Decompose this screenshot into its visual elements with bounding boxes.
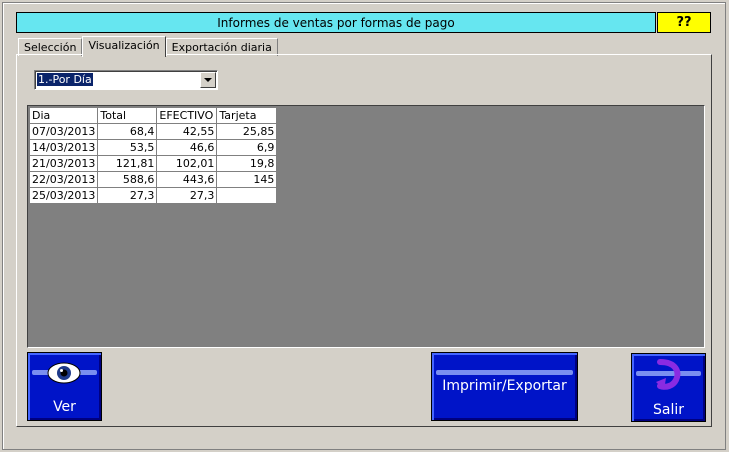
imprimir-exportar-button[interactable]: Imprimir/Exportar [431,352,578,421]
imprimir-exportar-label: Imprimir/Exportar [442,378,567,394]
cell-dia[interactable]: 14/03/2013 [28,139,99,156]
cell-tarjeta[interactable]: 6,9 [216,139,278,156]
report-title: Informes de ventas por formas de pago [16,12,656,33]
table-row[interactable]: 22/03/2013 588,6 443,6 145 [28,171,278,188]
report-type-value: 1.-Por Día [37,73,93,86]
ver-button[interactable]: Ver [27,352,102,421]
cell-total[interactable]: 588,6 [97,171,158,188]
cell-tarjeta[interactable]: 19,8 [216,155,278,172]
report-title-text: Informes de ventas por formas de pago [217,15,455,30]
cell-total[interactable]: 121,81 [97,155,158,172]
table-row[interactable]: 21/03/2013 121,81 102,01 19,8 [28,155,278,172]
cell-tarjeta[interactable] [216,187,278,204]
salir-label: Salir [652,402,684,418]
chevron-down-icon [204,78,212,82]
cell-efectivo[interactable]: 102,01 [156,155,218,172]
table-header-row: Dia Total EFECTIVO Tarjeta [28,107,278,124]
cell-dia[interactable]: 07/03/2013 [28,123,99,140]
cell-total[interactable]: 68,4 [97,123,158,140]
cell-efectivo[interactable]: 42,55 [156,123,218,140]
results-grid[interactable]: Dia Total EFECTIVO Tarjeta 07/03/2013 68… [27,105,705,348]
table-row[interactable]: 07/03/2013 68,4 42,55 25,85 [28,123,278,140]
column-header-dia[interactable]: Dia [28,107,99,124]
button-stripe [436,370,573,375]
column-header-efectivo[interactable]: EFECTIVO [156,107,218,124]
cell-dia[interactable]: 21/03/2013 [28,155,99,172]
cell-tarjeta[interactable]: 25,85 [216,123,278,140]
ver-label: Ver [53,399,76,415]
tab-visualizacion[interactable]: Visualización [82,36,166,57]
cell-total[interactable]: 27,3 [97,187,158,204]
tab-strip: Selección Visualización Exportación diar… [18,36,278,57]
cell-total[interactable]: 53,5 [97,139,158,156]
cell-efectivo[interactable]: 27,3 [156,187,218,204]
salir-button[interactable]: Salir [631,353,706,422]
help-button[interactable]: ?? [657,12,711,33]
dropdown-button[interactable] [200,72,216,88]
results-table: Dia Total EFECTIVO Tarjeta 07/03/2013 68… [28,107,278,204]
cell-efectivo[interactable]: 443,6 [156,171,218,188]
cell-tarjeta[interactable]: 145 [216,171,278,188]
table-row[interactable]: 14/03/2013 53,5 46,6 6,9 [28,139,278,156]
column-header-total[interactable]: Total [97,107,158,124]
cell-dia[interactable]: 22/03/2013 [28,171,99,188]
report-type-select[interactable]: 1.-Por Día [34,70,218,90]
cell-efectivo[interactable]: 46,6 [156,139,218,156]
exit-arrow-icon [656,359,681,390]
cell-dia[interactable]: 25/03/2013 [28,187,99,204]
column-header-tarjeta[interactable]: Tarjeta [216,107,278,124]
table-row[interactable]: 25/03/2013 27,3 27,3 [28,187,278,204]
eye-icon [47,362,81,384]
